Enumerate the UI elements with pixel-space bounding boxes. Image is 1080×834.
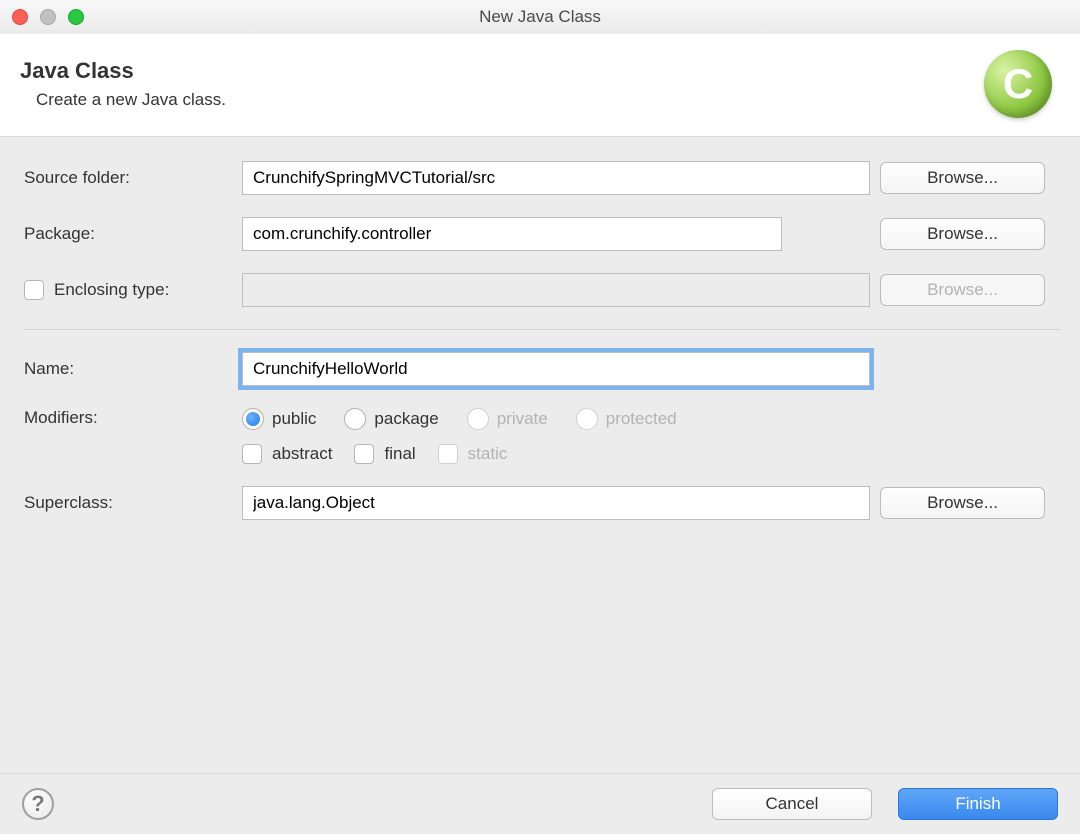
dialog-header: Java Class Create a new Java class. C	[0, 34, 1080, 137]
radio-icon	[576, 408, 598, 430]
modifiers-row: Modifiers: public package private protec…	[24, 408, 1060, 464]
name-input[interactable]	[242, 352, 870, 386]
dialog-content: Source folder: Browse... Package: Browse…	[0, 137, 1080, 520]
minimize-window-button[interactable]	[40, 9, 56, 25]
modifier-private-radio: private	[467, 408, 548, 430]
modifier-abstract-label: abstract	[272, 444, 332, 464]
name-label: Name:	[24, 359, 232, 379]
checkbox-icon	[438, 444, 458, 464]
enclosing-type-label-group: Enclosing type:	[24, 280, 232, 300]
enclosing-type-input	[242, 273, 870, 307]
modifiers-label: Modifiers:	[24, 408, 232, 428]
modifier-private-label: private	[497, 409, 548, 429]
titlebar: New Java Class	[0, 0, 1080, 34]
package-label: Package:	[24, 224, 232, 244]
help-icon: ?	[31, 791, 44, 817]
modifiers-group: public package private protected	[242, 408, 870, 464]
maximize-window-button[interactable]	[68, 9, 84, 25]
source-folder-label: Source folder:	[24, 168, 232, 188]
modifier-protected-label: protected	[606, 409, 677, 429]
modifier-static-label: static	[468, 444, 508, 464]
superclass-label: Superclass:	[24, 493, 232, 513]
radio-icon	[344, 408, 366, 430]
source-folder-input[interactable]	[242, 161, 870, 195]
dialog-subtitle: Create a new Java class.	[20, 90, 226, 110]
enclosing-type-checkbox[interactable]	[24, 280, 44, 300]
section-divider	[24, 329, 1060, 330]
modifier-public-label: public	[272, 409, 316, 429]
modifier-public-radio[interactable]: public	[242, 408, 316, 430]
radio-icon	[242, 408, 264, 430]
radio-icon	[467, 408, 489, 430]
superclass-row: Superclass: Browse...	[24, 486, 1060, 520]
modifier-final-label: final	[384, 444, 415, 464]
modifier-static-checkbox: static	[438, 444, 508, 464]
source-folder-browse-button[interactable]: Browse...	[880, 162, 1045, 194]
checkbox-icon	[354, 444, 374, 464]
superclass-browse-button[interactable]: Browse...	[880, 487, 1045, 519]
cancel-button[interactable]: Cancel	[712, 788, 872, 820]
package-row: Package: Browse...	[24, 217, 1060, 251]
package-browse-button[interactable]: Browse...	[880, 218, 1045, 250]
close-window-button[interactable]	[12, 9, 28, 25]
class-icon: C	[984, 50, 1052, 118]
dialog-footer: ? Cancel Finish	[0, 773, 1080, 834]
name-row: Name:	[24, 352, 1060, 386]
class-icon-letter: C	[1003, 60, 1033, 108]
window-title: New Java Class	[479, 7, 601, 27]
enclosing-type-row: Enclosing type: Browse...	[24, 273, 1060, 307]
package-input[interactable]	[242, 217, 782, 251]
dialog-heading: Java Class	[20, 58, 226, 84]
modifier-final-checkbox[interactable]: final	[354, 444, 415, 464]
enclosing-type-label: Enclosing type:	[54, 280, 169, 300]
source-folder-row: Source folder: Browse...	[24, 161, 1060, 195]
modifier-protected-radio: protected	[576, 408, 677, 430]
traffic-lights	[12, 9, 84, 25]
enclosing-type-browse-button: Browse...	[880, 274, 1045, 306]
superclass-input[interactable]	[242, 486, 870, 520]
help-button[interactable]: ?	[22, 788, 54, 820]
modifier-package-label: package	[374, 409, 438, 429]
modifier-package-radio[interactable]: package	[344, 408, 438, 430]
checkbox-icon	[242, 444, 262, 464]
finish-button[interactable]: Finish	[898, 788, 1058, 820]
modifier-abstract-checkbox[interactable]: abstract	[242, 444, 332, 464]
